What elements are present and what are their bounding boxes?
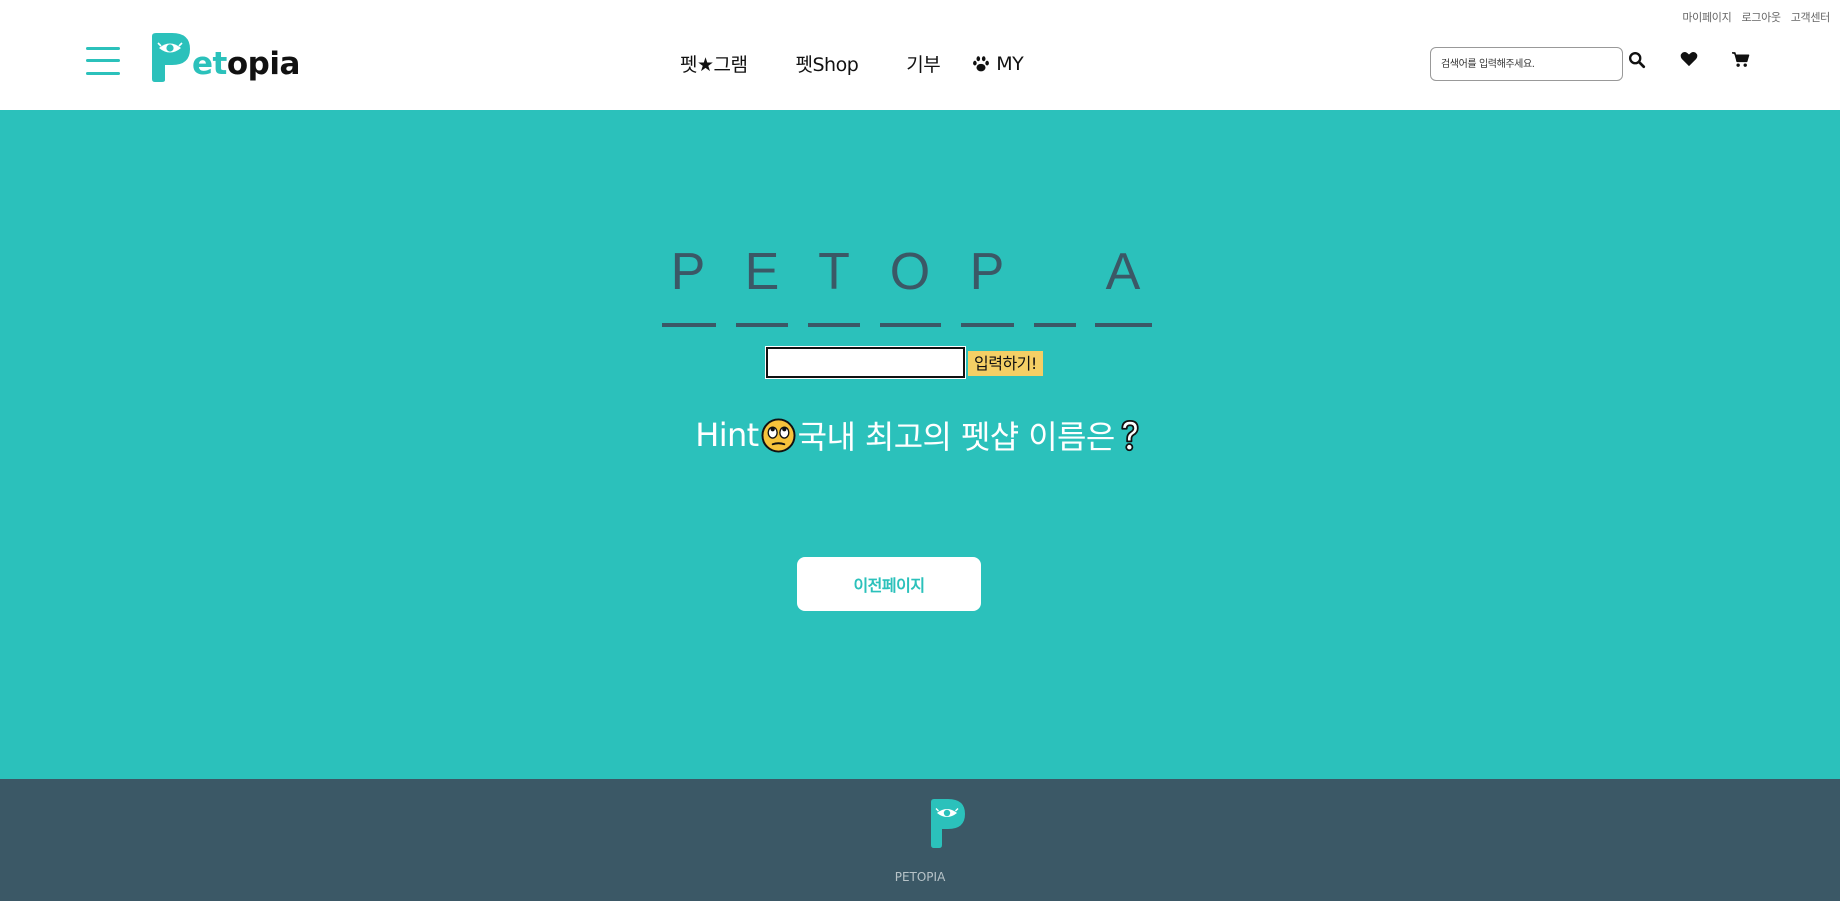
letter-underline <box>808 323 860 327</box>
letter-underline <box>880 323 941 327</box>
nav-donation[interactable]: 기부 <box>906 50 940 77</box>
cart-icon[interactable] <box>1731 51 1750 68</box>
letter-slot: E <box>744 243 780 301</box>
previous-page-button[interactable]: 이전페이지 <box>797 557 981 611</box>
letter-underline <box>662 323 716 327</box>
letter-underline <box>1095 323 1152 327</box>
utility-links: 마이페이지 로그아웃 고객센터 <box>1682 9 1830 25</box>
question-mark-icon <box>1121 419 1139 451</box>
footer-logo-icon <box>931 799 965 848</box>
letter-underline <box>736 323 788 327</box>
nav-my[interactable]: MY <box>972 50 1024 77</box>
submit-button[interactable]: 입력하기! <box>968 351 1043 376</box>
search-icon[interactable] <box>1628 51 1646 69</box>
letter-slot: P <box>969 243 1005 301</box>
letter-slot: P <box>670 243 706 301</box>
paw-icon <box>973 55 990 71</box>
logo-wordmark: etopia <box>192 46 300 82</box>
letter-underline <box>961 323 1014 327</box>
nav-petgram[interactable]: 펫★그램 <box>680 50 748 77</box>
letter-slots: P E T O P A <box>0 242 1840 302</box>
answer-input[interactable] <box>766 347 965 378</box>
hint-prefix: Hint <box>695 416 759 454</box>
site-header: 마이페이지 로그아웃 고객센터 etopia 펫★그램 펫Shop 기부 MY <box>0 0 1840 110</box>
main-nav: 펫★그램 펫Shop 기부 MY <box>680 50 1024 77</box>
letter-slot: T <box>818 243 850 301</box>
hint-text: Hint 국내 최고의 펫샵 이름은 <box>0 412 1840 458</box>
customer-center-link[interactable]: 고객센터 <box>1791 9 1831 25</box>
game-section: P E T O P A 입력하기! Hint 국내 최고의 펫샵 이름은 이전페… <box>0 110 1840 779</box>
letter-underline <box>1034 323 1076 327</box>
heart-icon[interactable] <box>1680 51 1698 67</box>
letter-underlines <box>0 323 1840 327</box>
hint-body: 국내 최고의 펫샵 이름은 <box>797 418 1116 456</box>
nav-petshop[interactable]: 펫Shop <box>795 50 858 77</box>
menu-icon[interactable] <box>86 47 120 75</box>
logo-p-icon <box>152 33 190 82</box>
footer-brand-name: PETOPIA <box>894 870 946 884</box>
mypage-link[interactable]: 마이페이지 <box>1682 9 1731 25</box>
eye-roll-emoji-icon <box>761 417 796 453</box>
letter-slot-blank <box>1029 242 1081 302</box>
letter-slot: O <box>889 243 931 301</box>
letter-slot: A <box>1105 243 1141 301</box>
petopia-logo[interactable]: etopia <box>148 28 300 82</box>
site-footer: PETOPIA <box>0 779 1840 901</box>
search-box <box>1430 47 1623 81</box>
nav-my-label: MY <box>996 52 1024 75</box>
logout-link[interactable]: 로그아웃 <box>1741 9 1781 25</box>
search-input[interactable] <box>1431 48 1622 80</box>
